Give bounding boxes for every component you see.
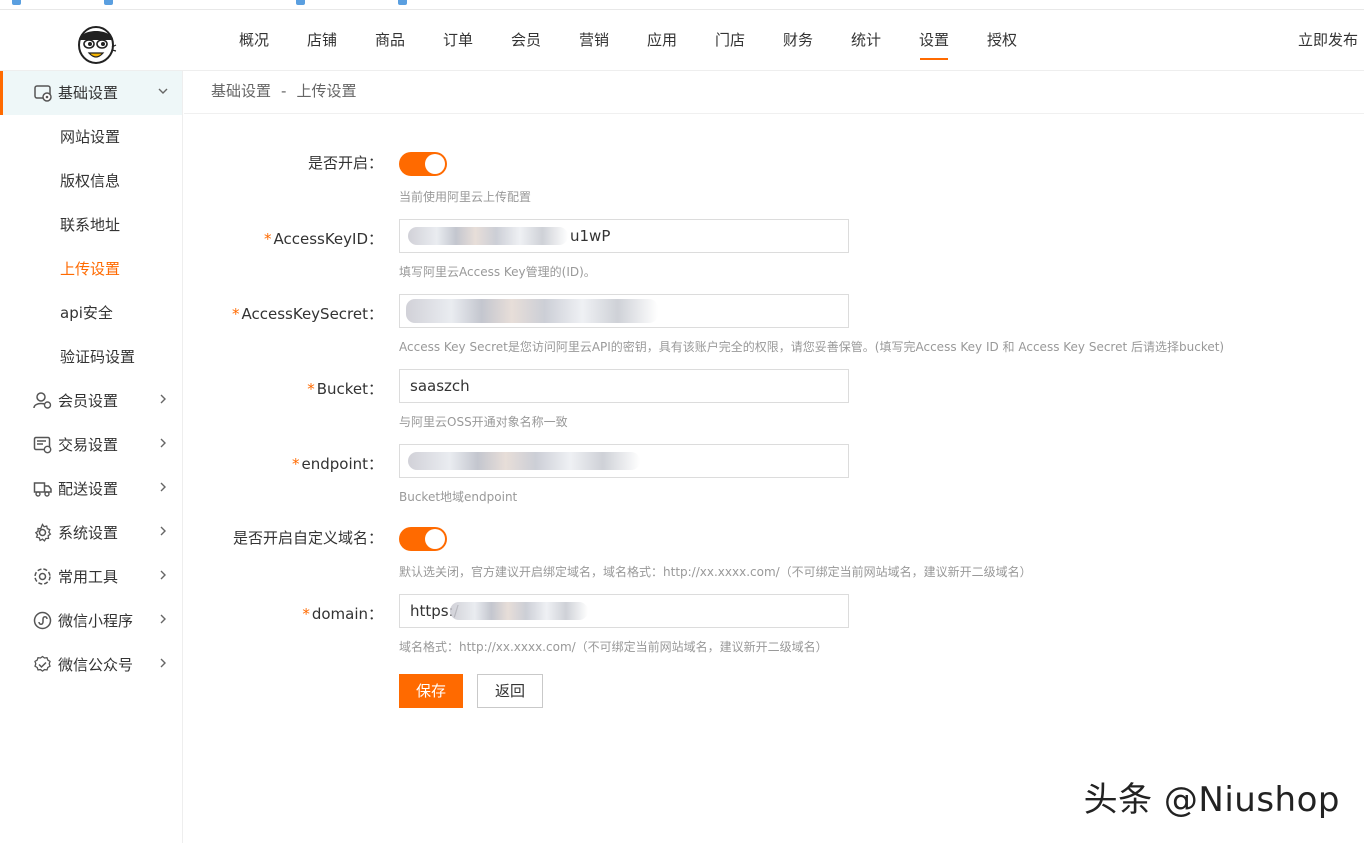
bucket-label: * Bucket： <box>307 380 383 398</box>
nav-item[interactable]: 概况 <box>220 10 288 71</box>
enable-switch[interactable] <box>399 152 447 176</box>
sidebar-group[interactable]: 会员设置 <box>0 379 182 423</box>
sidebar-group-label: 微信小程序 <box>58 612 134 630</box>
sidebar-group[interactable]: 系统设置 <box>0 511 182 555</box>
bucket-hint: 与阿里云OSS开通对象名称一致 <box>399 415 568 429</box>
access-key-id-label: * AccessKeyID： <box>263 230 383 248</box>
custom-domain-label: 是否开启自定义域名： <box>232 529 383 547</box>
sidebar-item[interactable]: 验证码设置 <box>0 335 182 379</box>
sidebar-item[interactable]: 网站设置 <box>0 115 182 159</box>
sidebar-group[interactable]: 常用工具 <box>0 555 182 599</box>
enable-label: 是否开启： <box>307 154 383 172</box>
nav-item[interactable]: 统计 <box>832 10 900 71</box>
endpoint-label: * endpoint： <box>291 455 383 473</box>
save-button[interactable]: 保存 <box>399 674 463 708</box>
chevron-right-icon <box>160 658 166 668</box>
publish-button[interactable]: 立即发布 <box>1298 10 1358 70</box>
breadcrumb: 基础设置 - 上传设置 <box>184 71 1364 114</box>
enable-hint: 当前使用阿里云上传配置 <box>399 190 532 204</box>
sidebar-group-label: 常用工具 <box>58 568 119 586</box>
breadcrumb-separator: - <box>281 82 287 100</box>
sidebar-group[interactable]: 基础设置 <box>0 71 182 115</box>
sidebar-group[interactable]: 微信小程序 <box>0 599 182 643</box>
domain-label: * domain： <box>302 605 383 623</box>
sidebar-group-label: 微信公众号 <box>58 656 134 674</box>
sidebar-group[interactable]: 配送设置 <box>0 467 182 511</box>
access-key-id-input[interactable]: u1wP <box>399 219 849 253</box>
nav-item[interactable]: 应用 <box>628 10 696 71</box>
switch-knob <box>425 529 445 549</box>
chevron-right-icon <box>160 482 166 492</box>
delivery-icon <box>33 482 52 497</box>
sidebar-item[interactable]: 版权信息 <box>0 159 182 203</box>
sidebar-item[interactable]: 联系地址 <box>0 203 182 247</box>
nav-item[interactable]: 店铺 <box>288 10 356 71</box>
custom-domain-switch[interactable] <box>399 527 447 551</box>
sidebar-item[interactable]: api安全 <box>0 291 182 335</box>
sidebar-group[interactable]: 微信公众号 <box>0 643 182 687</box>
sidebar-group-label: 配送设置 <box>58 480 119 498</box>
custom-domain-hint: 默认选关闭，官方建议开启绑定域名，域名格式：http://xx.xxxx.com… <box>399 565 1032 579</box>
nav-item[interactable]: 营销 <box>560 10 628 71</box>
nav-item[interactable]: 财务 <box>764 10 832 71</box>
access-key-secret-hint: Access Key Secret是您访问阿里云API的密钥，具有该账户完全的权… <box>399 340 1225 354</box>
endpoint-hint: Bucket地域endpoint <box>399 490 518 504</box>
chevron-right-icon <box>160 526 166 536</box>
nav-item[interactable]: 设置 <box>900 10 968 71</box>
tools-icon <box>34 568 51 585</box>
sidebar-group-label: 基础设置 <box>58 84 119 102</box>
wechat-official-icon <box>34 655 51 672</box>
chevron-down-icon <box>158 88 168 94</box>
gear-icon <box>34 523 52 542</box>
access-key-secret-input[interactable] <box>399 294 849 328</box>
endpoint-input[interactable] <box>399 444 849 478</box>
browser-bookmark-strip <box>0 0 1364 10</box>
nav-item[interactable]: 订单 <box>424 10 492 71</box>
sidebar-item[interactable]: 上传设置 <box>0 247 182 291</box>
nav-item[interactable]: 授权 <box>968 10 1036 71</box>
trade-icon <box>33 436 52 454</box>
logo-icon[interactable] <box>74 23 118 65</box>
chevron-right-icon <box>160 394 166 404</box>
sidebar-group-label: 交易设置 <box>58 436 119 454</box>
breadcrumb-current: 上传设置 <box>296 82 357 100</box>
sidebar-group[interactable]: 交易设置 <box>0 423 182 467</box>
nav-item[interactable]: 门店 <box>696 10 764 71</box>
access-key-id-value: u1wP <box>570 227 611 245</box>
sidebar-group-label: 会员设置 <box>58 392 119 410</box>
domain-input[interactable]: https:/ <box>399 594 849 628</box>
main-nav: 概况 店铺 商品 订单 会员 营销 应用 门店 财务 统计 设置 授权 <box>220 10 1036 71</box>
chevron-right-icon <box>160 614 166 624</box>
sidebar-group-label: 系统设置 <box>58 524 119 542</box>
bucket-value: saaszch <box>410 377 470 395</box>
settings-basic-icon <box>34 85 52 102</box>
chevron-right-icon <box>160 570 166 580</box>
chevron-right-icon <box>160 438 166 448</box>
top-header: 概况 店铺 商品 订单 会员 营销 应用 门店 财务 统计 设置 授权 立即发布 <box>0 10 1364 71</box>
access-key-secret-label: * AccessKeySecret： <box>232 305 383 323</box>
watermark: 头条 @Niushop <box>1083 780 1340 820</box>
mini-program-icon <box>33 611 52 630</box>
breadcrumb-parent[interactable]: 基础设置 <box>211 82 271 100</box>
nav-item[interactable]: 会员 <box>492 10 560 71</box>
back-button[interactable]: 返回 <box>477 674 543 708</box>
domain-hint: 域名格式：http://xx.xxxx.com/（不可绑定当前网站域名，建议新开… <box>399 640 828 654</box>
member-icon <box>33 392 52 409</box>
nav-item[interactable]: 商品 <box>356 10 424 71</box>
sidebar: 基础设置网站设置 版权信息 联系地址 上传设置 api安全 验证码设置会员设置交易设置配送… <box>0 71 183 843</box>
bucket-input[interactable]: saaszch <box>399 369 849 403</box>
access-key-id-hint: 填写阿里云Access Key管理的(ID)。 <box>399 265 596 279</box>
switch-knob <box>425 154 445 174</box>
